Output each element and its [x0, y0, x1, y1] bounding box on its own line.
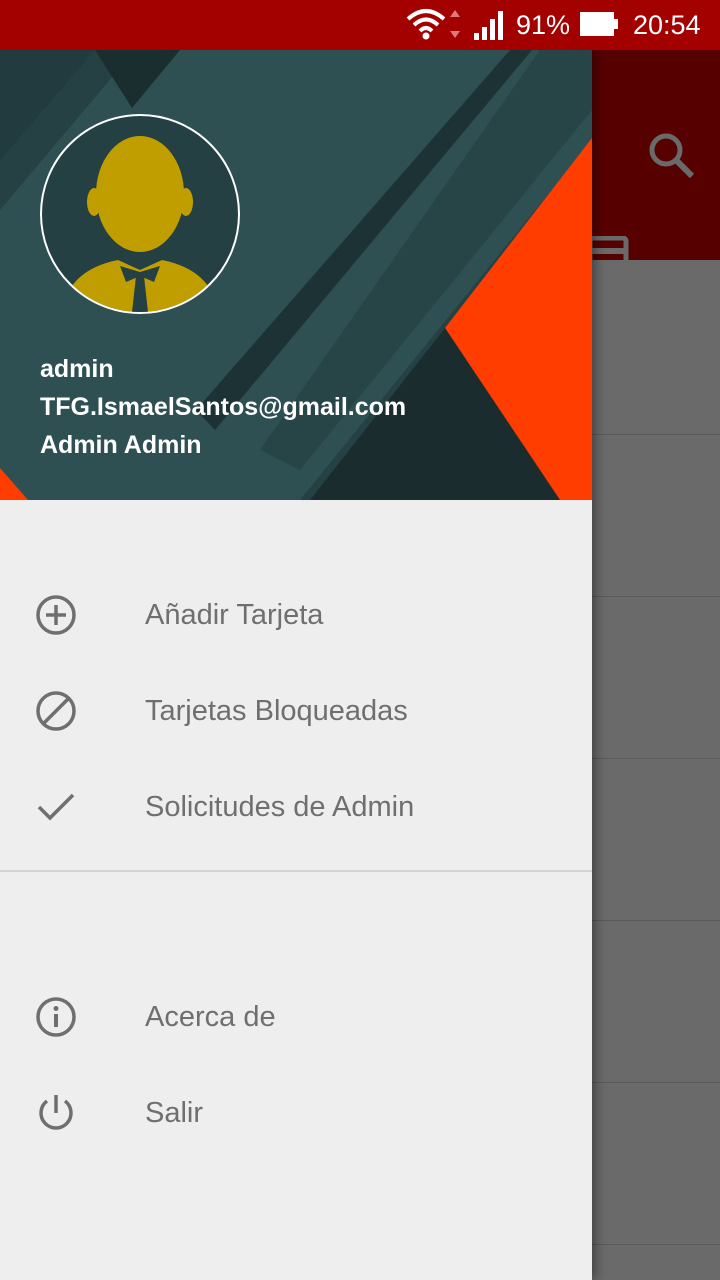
navigation-drawer: admin TFG.IsmaelSantos@gmail.com Admin A… [0, 50, 592, 1280]
list-divider [592, 434, 720, 435]
username: admin [40, 355, 114, 383]
menu-item-acerca-de[interactable]: Acerca de [0, 969, 592, 1065]
add-circle-icon [34, 593, 78, 637]
avatar[interactable] [40, 114, 240, 314]
info-icon [34, 995, 78, 1039]
signal-icon [472, 0, 508, 50]
user-email: TFG.IsmaelSantos@gmail.com [40, 393, 407, 421]
menu-item-label: Solicitudes de Admin [145, 790, 415, 823]
menu-item-label: Salir [145, 1096, 204, 1129]
battery-icon [580, 0, 620, 50]
power-icon [34, 1091, 78, 1135]
status-bar: 91% 20:54 [0, 0, 720, 50]
list-divider [592, 758, 720, 759]
list-divider [592, 920, 720, 921]
list-divider [592, 1244, 720, 1245]
menu-item-anadir-tarjeta[interactable]: Añadir Tarjeta [0, 567, 592, 663]
menu-item-salir[interactable]: Salir [0, 1065, 592, 1161]
user-info: admin TFG.IsmaelSantos@gmail.com Admin A… [40, 350, 406, 464]
menu-item-label: Añadir Tarjeta [145, 598, 324, 631]
user-silhouette-icon [62, 136, 218, 312]
wifi-icon [406, 0, 462, 50]
menu-item-solicitudes-admin[interactable]: Solicitudes de Admin [0, 759, 592, 855]
menu-item-label: Tarjetas Bloqueadas [145, 694, 408, 727]
search-icon[interactable] [646, 130, 696, 185]
menu-divider [0, 870, 592, 872]
clock: 20:54 [633, 9, 701, 40]
list-divider [592, 1082, 720, 1083]
block-icon [34, 689, 78, 733]
battery-percent: 91% [516, 9, 571, 40]
list-divider [592, 596, 720, 597]
menu-item-tarjetas-bloqueadas[interactable]: Tarjetas Bloqueadas [0, 663, 592, 759]
menu-item-label: Acerca de [145, 1000, 276, 1033]
user-full-name: Admin Admin [40, 431, 202, 459]
check-icon [34, 785, 78, 829]
drawer-header: admin TFG.IsmaelSantos@gmail.com Admin A… [0, 50, 592, 500]
